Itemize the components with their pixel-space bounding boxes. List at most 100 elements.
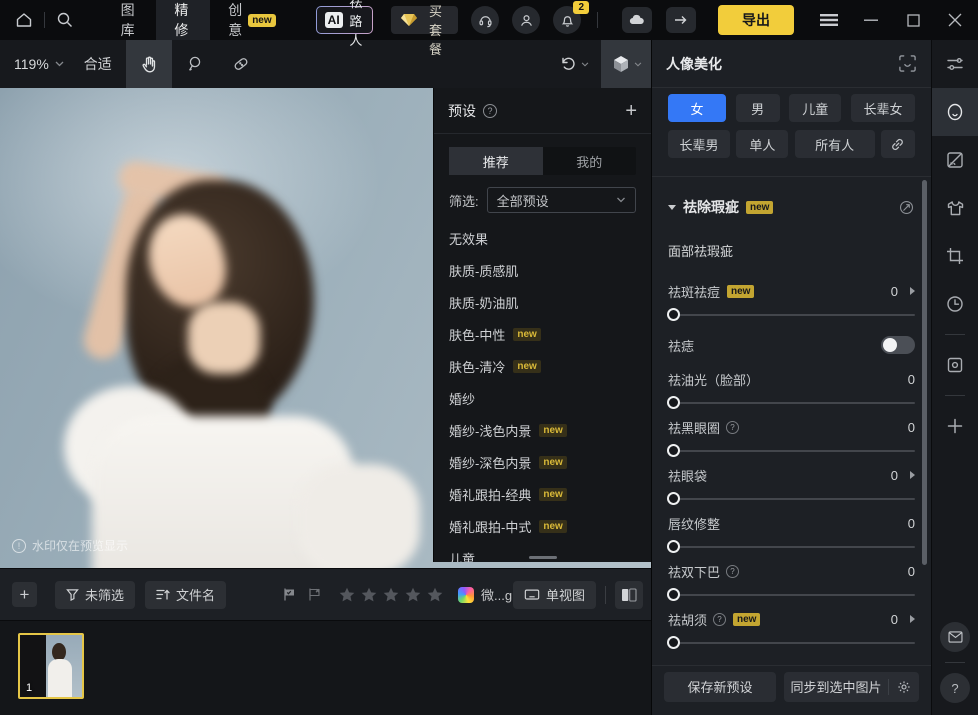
sort-button[interactable]: 文件名 — [145, 581, 226, 609]
expand-arrow-icon[interactable] — [910, 471, 915, 479]
help-icon[interactable]: ? — [726, 565, 739, 578]
search-icon[interactable] — [55, 6, 75, 34]
tab-mine[interactable]: 我的 — [543, 147, 637, 175]
scroll-indicator[interactable] — [529, 556, 557, 559]
tab-creative[interactable]: 创意 new — [210, 0, 293, 40]
user-account-icon[interactable] — [512, 6, 540, 34]
gear-icon[interactable] — [889, 680, 919, 694]
reset-icon[interactable] — [898, 199, 915, 216]
category-button-6[interactable]: 单人 — [736, 130, 788, 158]
filter-button[interactable]: 未筛选 — [55, 581, 135, 609]
thumbnail-selected[interactable]: 1 — [18, 633, 84, 699]
section-remove-blemishes[interactable]: 祛除瑕疵 new — [668, 197, 915, 217]
color-label-icon[interactable] — [458, 587, 474, 603]
crop-tool-button[interactable] — [932, 232, 978, 280]
split-view-button[interactable] — [615, 581, 643, 609]
cloud-sync-icon[interactable] — [622, 7, 652, 33]
share-export-icon[interactable] — [666, 7, 696, 33]
slider-thumb[interactable] — [667, 308, 680, 321]
notifications-bell-icon[interactable]: 2 — [553, 6, 581, 34]
preset-item[interactable]: 婚纱-深色内景 new — [449, 446, 636, 478]
maximize-icon[interactable] — [898, 5, 928, 35]
flag-pick-icon[interactable] — [282, 587, 297, 602]
heal-bandaid-tool-button[interactable] — [218, 40, 264, 88]
tab-recommended[interactable]: 推荐 — [449, 147, 543, 175]
star-icon[interactable] — [338, 586, 356, 604]
hand-tool-button[interactable] — [126, 40, 172, 88]
toggle-switch[interactable] — [881, 336, 915, 354]
star-icon[interactable] — [360, 586, 378, 604]
buy-package-button[interactable]: 购买套餐 — [391, 6, 458, 34]
slider[interactable] — [668, 492, 915, 506]
link-face-button[interactable] — [881, 130, 915, 158]
category-button-2[interactable]: 男 — [736, 94, 780, 122]
feedback-mail-button[interactable] — [940, 622, 970, 652]
category-button-1[interactable]: 女 — [668, 94, 726, 122]
add-tool-button[interactable] — [932, 402, 978, 450]
minimize-icon[interactable] — [856, 5, 886, 35]
slider[interactable] — [668, 444, 915, 458]
preset-item[interactable]: 肤色-中性 new — [449, 318, 636, 350]
category-button-4[interactable]: 长辈女 — [851, 94, 915, 122]
fit-to-screen-button[interactable]: 合适 — [84, 54, 112, 74]
expand-arrow-icon[interactable] — [910, 287, 915, 295]
slider-thumb[interactable] — [667, 492, 680, 505]
preset-filter-select[interactable]: 全部预设 — [487, 187, 636, 213]
slider-thumb[interactable] — [667, 588, 680, 601]
slider[interactable] — [668, 308, 915, 322]
detail-loupe-tool-button[interactable] — [172, 40, 218, 88]
clothes-tool-button[interactable] — [932, 184, 978, 232]
help-icon[interactable]: ? — [713, 613, 726, 626]
category-button-5[interactable]: 长辈男 — [668, 130, 730, 158]
slider[interactable] — [668, 636, 915, 650]
star-icon[interactable] — [404, 586, 422, 604]
portrait-tool-button[interactable] — [932, 88, 978, 136]
preset-item[interactable]: 儿童 — [449, 542, 636, 562]
ai-remove-passerby-button[interactable]: AI 祛路人 — [316, 6, 373, 34]
preset-item[interactable]: 婚礼跟拍-中式 new — [449, 510, 636, 542]
preset-item[interactable]: 肤质-质感肌 — [449, 254, 636, 286]
preset-item[interactable]: 无效果 — [449, 222, 636, 254]
preset-item[interactable]: 肤色-清冷 new — [449, 350, 636, 382]
menu-icon[interactable] — [814, 5, 844, 35]
tab-gallery[interactable]: 图库 — [103, 0, 157, 40]
exposure-tool-button[interactable] — [932, 136, 978, 184]
scrollbar[interactable] — [922, 180, 927, 565]
slider[interactable] — [668, 588, 915, 602]
slider-thumb[interactable] — [667, 540, 680, 553]
preset-item[interactable]: 肤质-奶油肌 — [449, 286, 636, 318]
help-button[interactable]: ? — [940, 673, 970, 703]
slider-thumb[interactable] — [667, 444, 680, 457]
add-preset-button[interactable]: + — [625, 101, 637, 121]
preview-3d-dropdown[interactable] — [601, 40, 651, 88]
preset-help-icon[interactable]: ? — [483, 104, 497, 118]
slider[interactable] — [668, 540, 915, 554]
star-icon[interactable] — [382, 586, 400, 604]
flag-reject-icon[interactable] — [307, 587, 322, 602]
slider[interactable] — [668, 396, 915, 410]
category-button-7[interactable]: 所有人 — [795, 130, 875, 158]
single-view-button[interactable]: 单视图 — [513, 581, 596, 609]
star-icon[interactable] — [426, 586, 444, 604]
close-icon[interactable] — [940, 5, 970, 35]
preset-item[interactable]: 婚礼跟拍-经典 new — [449, 478, 636, 510]
expand-arrow-icon[interactable] — [910, 615, 915, 623]
home-icon[interactable] — [14, 6, 34, 34]
preset-item[interactable]: 婚纱-浅色内景 new — [449, 414, 636, 446]
history-tool-button[interactable] — [932, 280, 978, 328]
slider-thumb[interactable] — [667, 636, 680, 649]
add-photo-button[interactable]: + — [12, 582, 37, 607]
support-headset-icon[interactable] — [471, 6, 499, 34]
save-preset-button[interactable]: 保存新预设 — [664, 672, 776, 702]
category-button-3[interactable]: 儿童 — [789, 94, 841, 122]
zoom-level-dropdown[interactable]: 119% — [14, 56, 64, 72]
tab-retouch[interactable]: 精修 — [156, 0, 210, 40]
lens-tool-button[interactable] — [932, 341, 978, 389]
adjustments-tool-button[interactable] — [932, 40, 978, 88]
undo-dropdown[interactable] — [559, 55, 589, 73]
export-button[interactable]: 导出 — [718, 5, 794, 35]
sync-to-selected-button[interactable]: 同步到选中图片 — [784, 672, 919, 702]
preset-item[interactable]: 婚纱 — [449, 382, 636, 414]
help-icon[interactable]: ? — [726, 421, 739, 434]
face-detect-icon[interactable] — [898, 54, 917, 73]
